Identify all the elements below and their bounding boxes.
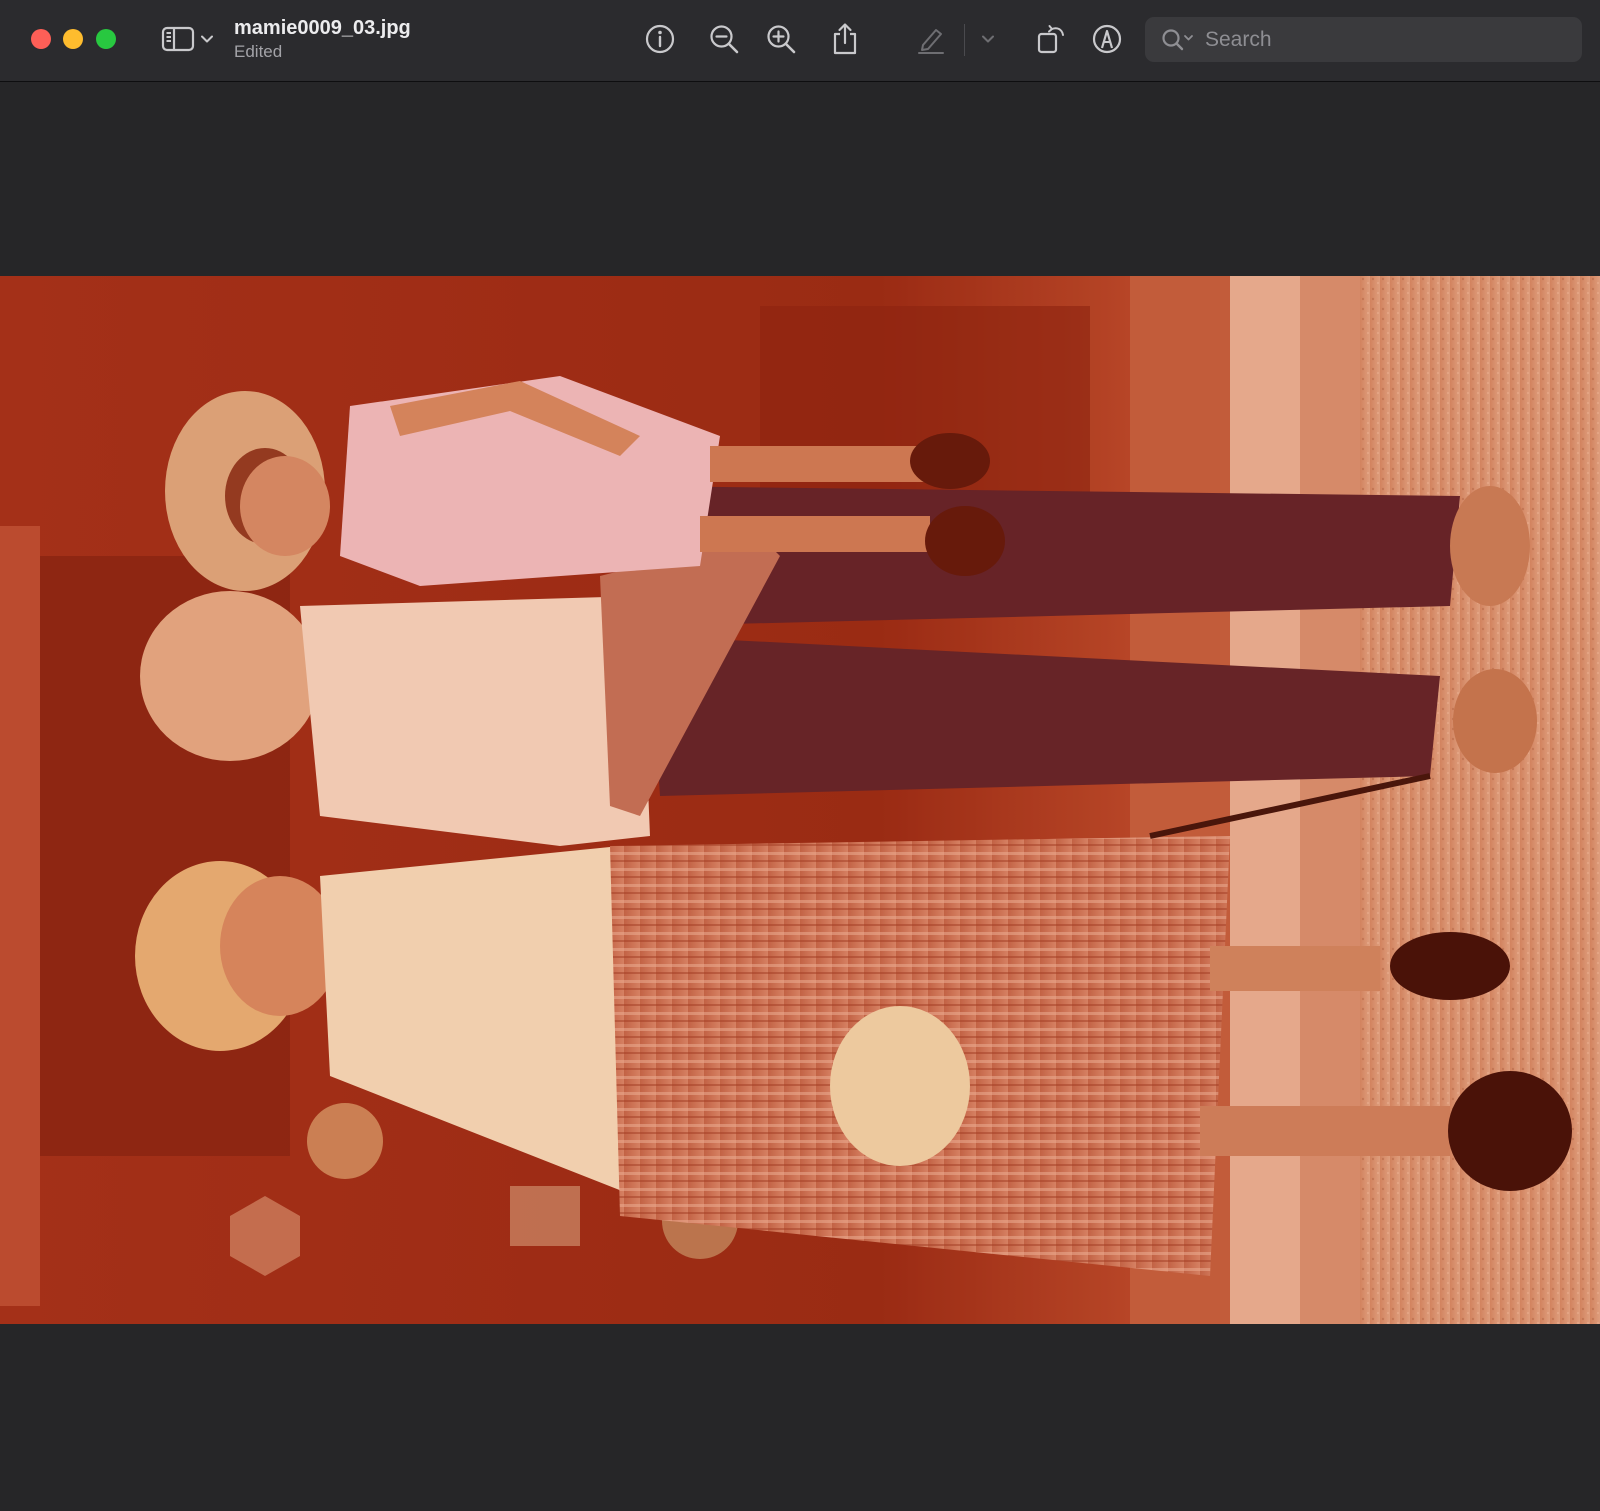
highlight-button[interactable] <box>914 18 948 60</box>
search-input[interactable] <box>1203 26 1547 53</box>
zoom-in-icon <box>765 23 797 55</box>
sidebar-toggle-button[interactable] <box>158 18 216 60</box>
toolbar: mamie0009_03.jpg Edited <box>0 0 1600 82</box>
document-title: mamie0009_03.jpg <box>234 17 411 39</box>
chevron-down-icon <box>982 35 994 43</box>
photo-illustration <box>0 276 1600 1324</box>
highlight-pen-icon <box>915 23 947 55</box>
zoom-out-button[interactable] <box>706 18 742 60</box>
info-icon <box>644 23 676 55</box>
highlight-options-button[interactable] <box>980 18 996 60</box>
zoom-in-button[interactable] <box>763 18 799 60</box>
search-field[interactable] <box>1145 17 1582 62</box>
chevron-down-icon <box>201 35 213 43</box>
maximize-window-button[interactable] <box>96 29 116 49</box>
rotate-button[interactable] <box>1034 18 1068 60</box>
zoom-out-icon <box>708 23 740 55</box>
share-icon <box>830 22 860 56</box>
sidebar-icon <box>161 25 195 53</box>
markup-icon <box>1091 23 1123 55</box>
close-window-button[interactable] <box>31 29 51 49</box>
search-icon <box>1161 28 1195 52</box>
document-status: Edited <box>234 42 283 61</box>
toolbar-divider <box>964 24 965 56</box>
preview-window: mamie0009_03.jpg Edited <box>0 0 1600 1511</box>
info-button[interactable] <box>642 18 678 60</box>
markup-button[interactable] <box>1089 18 1125 60</box>
document-title-block: mamie0009_03.jpg Edited <box>234 14 411 62</box>
rotate-icon <box>1035 23 1067 55</box>
share-button[interactable] <box>828 18 862 60</box>
minimize-window-button[interactable] <box>63 29 83 49</box>
photo-image <box>0 276 1600 1324</box>
image-canvas[interactable] <box>0 82 1600 1511</box>
